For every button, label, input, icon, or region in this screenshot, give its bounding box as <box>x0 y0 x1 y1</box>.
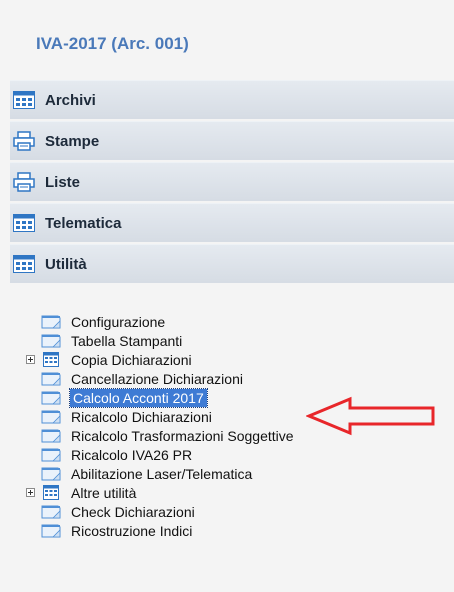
menu-item-telematica[interactable]: Telematica <box>10 203 454 242</box>
app-header: IVA-2017 (Arc. 001) <box>0 0 454 80</box>
tree-item-label: Ricalcolo Dichiarazioni <box>71 409 212 425</box>
menu-item-liste[interactable]: Liste <box>10 162 454 201</box>
tree-item-label: Copia Dichiarazioni <box>71 352 192 368</box>
tree-item-label: Ricalcolo IVA26 PR <box>71 447 193 463</box>
window-icon <box>41 428 61 443</box>
menu-item-utilita[interactable]: Utilità <box>10 244 454 283</box>
window-icon <box>41 371 61 386</box>
menu-item-label: Telematica <box>45 214 122 232</box>
window-icon <box>41 314 61 329</box>
menu-item-label: Stampe <box>45 132 100 150</box>
calculator-icon <box>13 213 35 233</box>
tree-item-label: Abilitazione Laser/Telematica <box>71 466 253 482</box>
expand-plus-icon[interactable] <box>26 488 35 497</box>
main-menu: Archivi Stampe Liste Telematica Utilità <box>10 80 454 285</box>
tree-item-label: Configurazione <box>71 314 166 330</box>
window-icon <box>41 390 61 405</box>
tree-item-label: Ricalcolo Trasformazioni Soggettive <box>71 428 294 444</box>
printer-icon <box>13 172 35 192</box>
calculator-icon <box>41 485 61 500</box>
printer-icon <box>13 131 35 151</box>
window-icon <box>41 504 61 519</box>
menu-item-archivi[interactable]: Archivi <box>10 80 454 119</box>
tree-item-label: Cancellazione Dichiarazioni <box>71 371 243 387</box>
tree-item-label: Ricostruzione Indici <box>71 523 193 539</box>
window-icon <box>41 466 61 481</box>
window-icon <box>41 523 61 538</box>
expand-plus-icon[interactable] <box>26 355 35 364</box>
tree-item-label: Tabella Stampanti <box>71 333 183 349</box>
calculator-icon <box>41 352 61 367</box>
calculator-icon <box>13 254 35 274</box>
page-title: IVA-2017 (Arc. 001) <box>36 34 189 53</box>
menu-item-label: Liste <box>45 173 81 191</box>
calculator-icon <box>13 90 35 110</box>
tree-item-label: Altre utilità <box>71 485 137 501</box>
menu-item-label: Utilità <box>45 255 87 273</box>
window-icon <box>41 447 61 462</box>
red-arrow-icon <box>306 396 435 436</box>
window-icon <box>41 333 61 348</box>
menu-item-stampe[interactable]: Stampe <box>10 121 454 160</box>
tree-item-label: Calcolo Acconti 2017 <box>69 388 208 408</box>
window-icon <box>41 409 61 424</box>
menu-item-label: Archivi <box>45 91 96 109</box>
tree-item-label: Check Dichiarazioni <box>71 504 195 520</box>
